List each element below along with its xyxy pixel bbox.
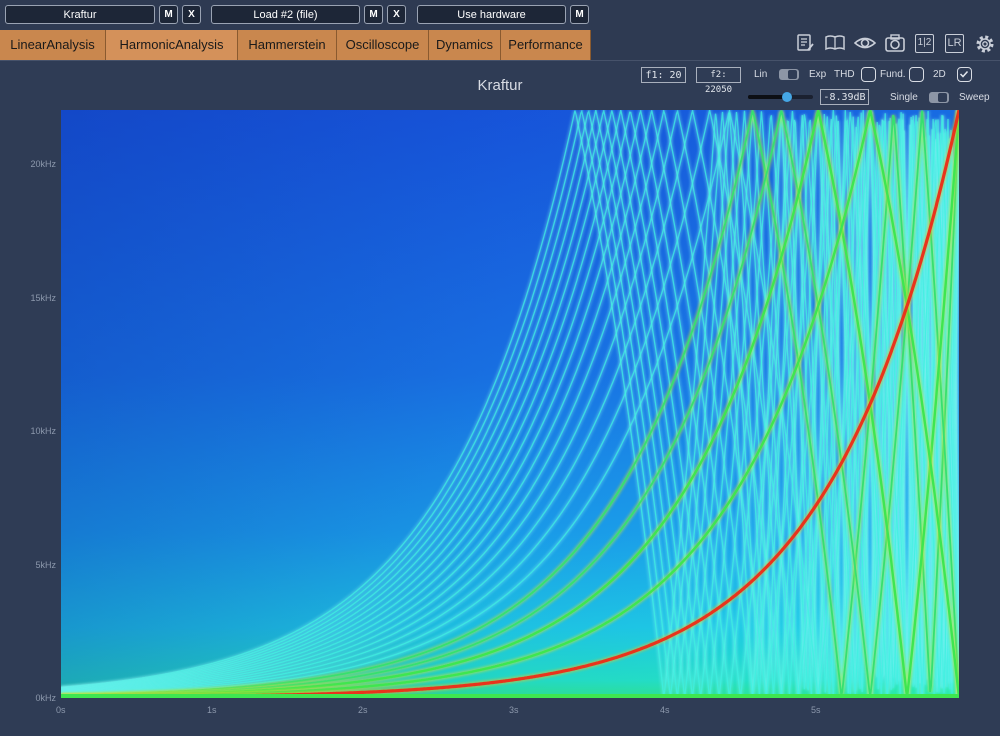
gain-slider[interactable] [748, 92, 813, 102]
f2-field[interactable]: f2: 22050 [696, 67, 741, 95]
x-tick-label: 5s [811, 705, 821, 715]
y-tick-label: 5kHz [35, 560, 56, 570]
x-tick-label: 4s [660, 705, 670, 715]
split-1-2-icon[interactable]: 1|2 [914, 33, 936, 55]
y-tick-label: 15kHz [30, 293, 56, 303]
eye-icon[interactable] [853, 33, 877, 55]
tab-performance[interactable]: Performance [501, 30, 591, 60]
tab-linear-analysis[interactable]: LinearAnalysis [0, 30, 106, 60]
x-tick-label: 0s [56, 705, 66, 715]
tab-dynamics[interactable]: Dynamics [429, 30, 501, 60]
thd-label: THD [834, 69, 855, 80]
exp-label: Exp [809, 69, 827, 80]
gear-icon[interactable] [974, 33, 996, 55]
slot2-close-button[interactable]: X [387, 5, 406, 24]
y-tick-label: 10kHz [30, 426, 56, 436]
lin-label: Lin [754, 69, 768, 80]
slot3-mute-button[interactable]: M [570, 5, 589, 24]
single-sweep-toggle[interactable] [929, 92, 949, 103]
tab-harmonic-analysis[interactable]: HarmonicAnalysis [106, 30, 238, 60]
check-icon [959, 70, 969, 78]
spectrogram-plot[interactable] [61, 110, 959, 698]
spectrogram-svg [61, 110, 959, 698]
slot2-button[interactable]: Load #2 (file) [211, 5, 360, 24]
book-icon[interactable] [824, 33, 846, 55]
slot1-mute-button[interactable]: M [159, 5, 178, 24]
single-label: Single [890, 92, 918, 103]
x-tick-label: 3s [509, 705, 519, 715]
twod-label: 2D [933, 69, 946, 80]
notes-icon[interactable] [794, 33, 816, 55]
y-tick-label: 0kHz [35, 693, 56, 703]
slot3-button[interactable]: Use hardware [417, 5, 566, 24]
slot1-close-button[interactable]: X [182, 5, 201, 24]
top-bar: Kraftur M X Load #2 (file) M X Use hardw… [0, 0, 1000, 30]
x-tick-label: 1s [207, 705, 217, 715]
tab-hammerstein[interactable]: Hammerstein [238, 30, 337, 60]
fund-checkbox[interactable] [909, 67, 924, 82]
tab-oscilloscope[interactable]: Oscilloscope [337, 30, 429, 60]
f1-field[interactable]: f1: 20 [641, 67, 686, 83]
thd-checkbox[interactable] [861, 67, 876, 82]
x-tick-label: 2s [358, 705, 368, 715]
lin-exp-toggle[interactable] [779, 69, 799, 80]
camera-icon[interactable] [884, 33, 906, 55]
gain-slider-knob[interactable] [782, 92, 792, 102]
sweep-label: Sweep [959, 92, 990, 103]
y-tick-label: 20kHz [30, 159, 56, 169]
dc-band [61, 694, 959, 698]
slot1-button[interactable]: Kraftur [5, 5, 155, 24]
gain-value-field[interactable]: -8.39dB [820, 89, 869, 105]
lr-icon[interactable]: LR [944, 33, 966, 55]
slot2-mute-button[interactable]: M [364, 5, 383, 24]
twod-checkbox[interactable] [957, 67, 972, 82]
fund-label: Fund. [880, 69, 906, 80]
